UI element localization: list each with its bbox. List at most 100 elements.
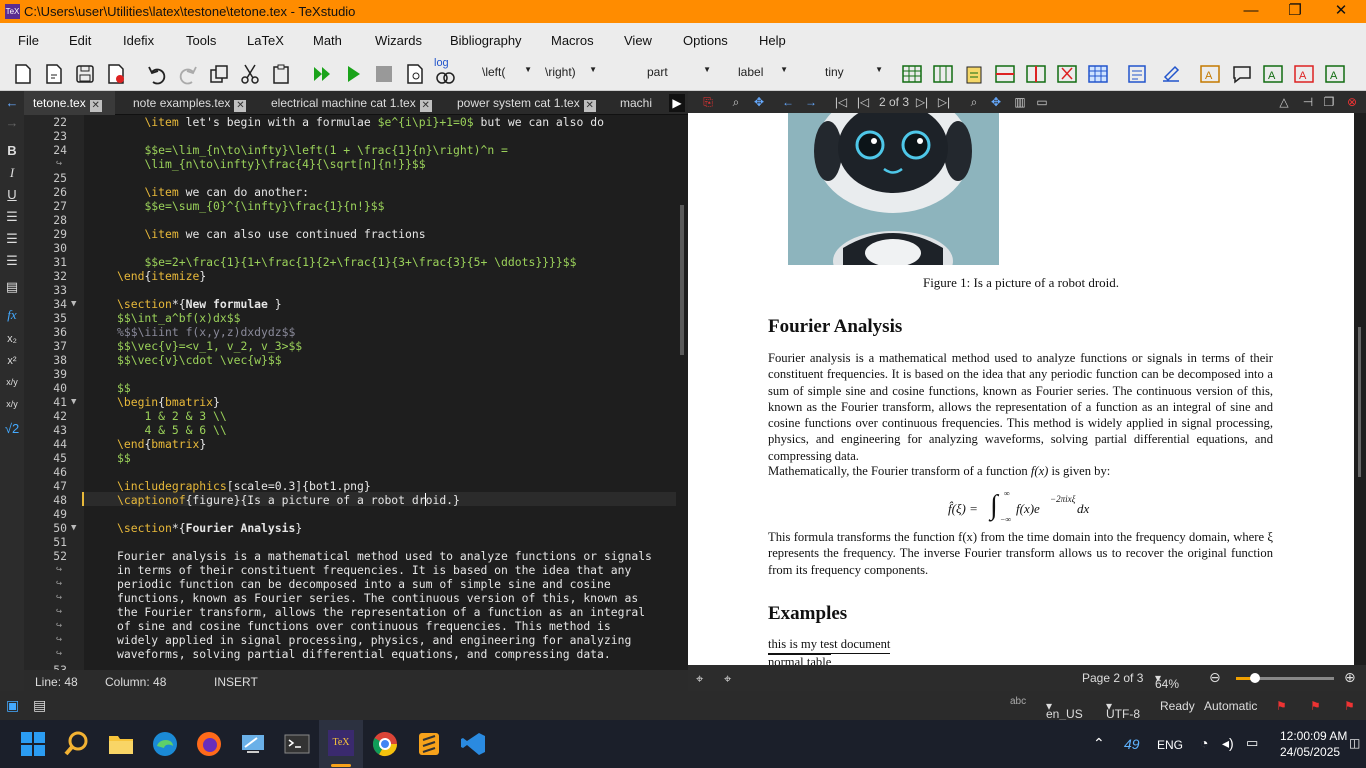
back-arrow-icon[interactable]: ← [0, 95, 24, 110]
tab-scroll-right-icon[interactable]: ▶ [669, 94, 685, 112]
close-file-icon[interactable] [105, 63, 127, 85]
pdf-preview-area[interactable]: Figure 1: Is a picture of a robot droid.… [688, 113, 1366, 665]
remote-desktop-icon[interactable] [239, 730, 267, 758]
minimize-button[interactable]: — [1228, 0, 1274, 23]
remove-column-icon[interactable] [1025, 63, 1047, 85]
bookmark-icon[interactable]: ⚑ [1276, 699, 1287, 713]
cut-icon[interactable] [239, 63, 261, 85]
sync-left-icon[interactable]: ⌖ [696, 671, 703, 687]
battery-icon[interactable]: ▭ [1246, 735, 1258, 751]
float-window-icon[interactable]: ❐ [1321, 94, 1337, 110]
structure-icon[interactable]: ▤ [0, 279, 24, 295]
stop-compile-icon[interactable] [373, 63, 395, 85]
maximize-button[interactable]: ❐ [1272, 0, 1318, 23]
pdf-back-icon[interactable]: ← [780, 94, 796, 110]
paste-icon[interactable] [270, 63, 292, 85]
menu-tools[interactable]: Tools [186, 33, 216, 48]
paste-table-icon[interactable] [963, 63, 985, 85]
firefox-icon[interactable] [195, 730, 223, 758]
tab-close-icon[interactable]: ✕ [419, 100, 432, 112]
menu-wizards[interactable]: Wizards [375, 33, 422, 48]
underline-icon[interactable]: U [0, 187, 24, 202]
text-bold-icon[interactable]: A [1199, 63, 1221, 85]
edge-browser-icon[interactable] [151, 730, 179, 758]
notification-icon[interactable]: ◫ [1349, 736, 1360, 750]
copy-icon[interactable] [208, 63, 230, 85]
zoom-slider-handle[interactable] [1250, 673, 1261, 683]
pdf-search-icon[interactable]: ⌕ [966, 94, 982, 110]
bookmark-prev-icon[interactable]: ⚑ [1310, 699, 1321, 713]
first-page-icon[interactable]: |◁ [833, 94, 849, 110]
zoom-percent[interactable]: 64% ▾ [1155, 671, 1179, 691]
sqrt-icon[interactable]: √2 [0, 421, 24, 436]
fold-toggle-icon[interactable]: ▼ [71, 395, 76, 409]
undo-icon[interactable] [146, 63, 168, 85]
forward-arrow-icon[interactable]: → [0, 115, 24, 130]
tab-electrical-machine[interactable]: electrical machine cat 1.tex ✕ [262, 91, 438, 115]
wifi-icon[interactable]: ◔ [1200, 735, 1208, 751]
menu-math[interactable]: Math [313, 33, 342, 48]
text-color-red-icon[interactable]: A [1293, 63, 1315, 85]
insert-graphic-icon[interactable] [1126, 63, 1148, 85]
compile-icon[interactable] [342, 63, 364, 85]
left-delimiter-combo[interactable]: \left(▼ [482, 65, 532, 83]
cut-table-icon[interactable] [1056, 63, 1078, 85]
tab-close-icon[interactable]: ✕ [89, 100, 102, 112]
font-size-combo[interactable]: tiny ▼ [825, 65, 883, 83]
menu-view[interactable]: View [624, 33, 652, 48]
pdf-scroll-thumb[interactable] [1358, 327, 1361, 477]
text-color-dark-icon[interactable]: A [1324, 63, 1346, 85]
pdf-scrollbar[interactable] [1354, 113, 1366, 665]
page-number-field[interactable]: 2 of 3 [876, 94, 912, 110]
close-window-button[interactable]: ✕ [1318, 0, 1364, 23]
build-and-view-icon[interactable] [311, 63, 333, 85]
tab-close-icon[interactable]: ✕ [583, 100, 596, 112]
menu-options[interactable]: Options [683, 33, 728, 48]
sync-right-icon[interactable]: ⌖ [724, 671, 731, 687]
new-file-icon[interactable] [12, 63, 34, 85]
bold-icon[interactable]: B [0, 143, 24, 158]
bookmark-next-icon[interactable]: ⚑ [1344, 699, 1355, 713]
menu-idefix[interactable]: Idefix [123, 33, 154, 48]
scroll-tool-icon[interactable]: ✥ [751, 94, 767, 110]
next-page-icon[interactable]: ▷| [914, 94, 930, 110]
new-from-template-icon[interactable] [43, 63, 65, 85]
sublime-text-icon[interactable] [415, 730, 443, 758]
tab-power-system[interactable]: power system cat 1.tex ✕ [448, 91, 596, 115]
math-fx-icon[interactable]: fx [0, 307, 24, 323]
editor-scroll-thumb[interactable] [680, 205, 684, 355]
add-column-icon[interactable] [932, 63, 954, 85]
menu-latex[interactable]: LaTeX [247, 33, 284, 48]
fraction-icon[interactable]: x/y [0, 377, 24, 387]
tab-machine-partial[interactable]: machi [611, 91, 666, 115]
insert-ref-icon[interactable] [1160, 63, 1182, 85]
italic-icon[interactable]: I [0, 165, 24, 181]
menu-help[interactable]: Help [759, 33, 786, 48]
sectioning-combo[interactable]: part ▼ [647, 65, 711, 83]
code-editor[interactable]: 22 23 24 ↪ 25 26 27 28 29 30 31 32 33 34 ▼ 35 36 37 38 39 40… [24, 115, 676, 670]
clock-date[interactable]: 24/05/2025 [1280, 745, 1340, 759]
menu-bibliography[interactable]: Bibliography [450, 33, 522, 48]
align-center-icon[interactable]: ☰ [0, 231, 24, 247]
right-delimiter-combo[interactable]: \right) ▼ [545, 65, 597, 83]
zoom-out-icon[interactable]: ⊖ [1209, 669, 1221, 686]
pdf-options-icon[interactable]: ⎘ [700, 94, 716, 110]
comment-icon[interactable] [1231, 63, 1253, 85]
tab-close-icon[interactable]: ✕ [234, 100, 247, 112]
align-right-icon[interactable]: ☰ [0, 253, 24, 269]
clock-time[interactable]: 12:00:09 AM [1280, 729, 1347, 743]
fit-width-icon[interactable]: ▥ [1012, 94, 1028, 110]
search-icon[interactable] [63, 730, 91, 758]
vscode-icon[interactable] [459, 730, 487, 758]
view-pdf-icon[interactable] [404, 63, 426, 85]
tray-chevron-icon[interactable]: ⌃ [1093, 735, 1105, 752]
collapse-icon[interactable]: △ [1276, 94, 1292, 110]
editor-scrollbar[interactable] [676, 115, 688, 670]
weather-temp[interactable]: 49 [1124, 736, 1140, 752]
subscript-icon[interactable]: x₂ [0, 333, 24, 345]
menu-edit[interactable]: Edit [69, 33, 91, 48]
chrome-icon[interactable] [371, 730, 399, 758]
zoom-in-icon[interactable]: ⊕ [1344, 669, 1356, 686]
prev-page-icon[interactable]: |◁ [855, 94, 871, 110]
volume-icon[interactable]: ◂) [1222, 735, 1234, 752]
